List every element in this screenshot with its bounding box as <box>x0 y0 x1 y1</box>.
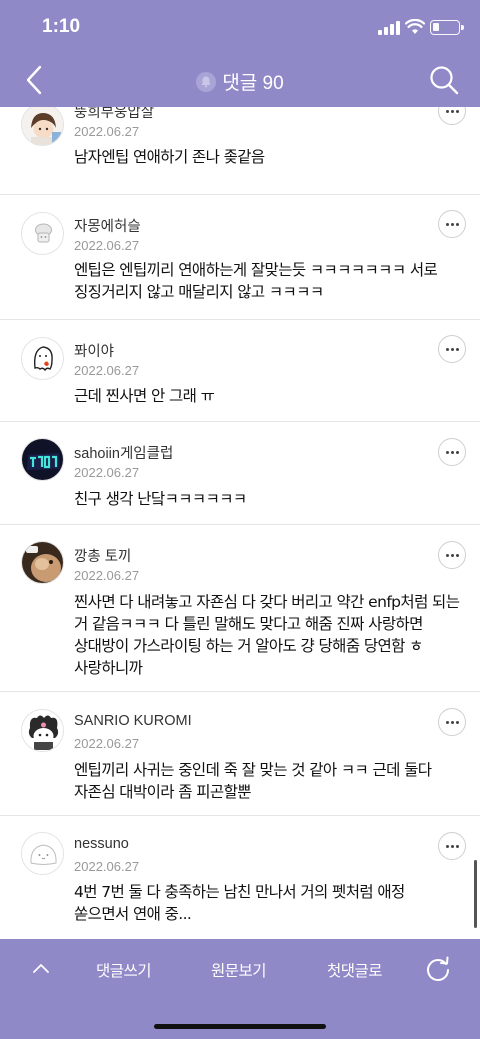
comment-item: SANRIO KUROMI 2022.06.27 엔팁끼리 사귀는 중인데 죽 … <box>0 692 480 816</box>
more-options-button[interactable] <box>438 541 466 569</box>
more-options-button[interactable] <box>438 438 466 466</box>
comment-date: 2022.06.27 <box>74 124 140 139</box>
more-options-button[interactable] <box>438 832 466 860</box>
comment-text: 근데 찐사면 안 그래 ㅠ <box>74 387 215 405</box>
game-club-avatar-icon[interactable] <box>21 438 64 481</box>
more-options-button[interactable] <box>438 708 466 736</box>
page-title-text: 댓글 90 <box>222 73 284 94</box>
bell-icon[interactable] <box>196 72 217 92</box>
write-comment-button[interactable]: 댓글쓰기 <box>96 959 152 981</box>
comment-item: 자몽에허슬 2022.06.27 엔팁은 엔팁끼리 연애하는게 잘맞는듯 ㅋㅋㅋ… <box>0 195 480 320</box>
comment-author[interactable]: nessuno <box>74 836 129 852</box>
comment-list[interactable]: 뚱희부웅압살 2022.06.27 남자엔팁 연애하기 존나 좆같음 자몽에허슬… <box>0 107 480 939</box>
comment-author[interactable]: SANRIO KUROMI <box>74 713 192 729</box>
mushroom-avatar-icon[interactable] <box>21 212 64 255</box>
comment-item: 퐈이야 2022.06.27 근데 찐사면 안 그래 ㅠ <box>0 320 480 422</box>
kuromi-avatar-icon[interactable] <box>21 709 64 752</box>
comment-item: 뚱희부웅압살 2022.06.27 남자엔팁 연애하기 존나 좆같음 <box>0 107 480 195</box>
nav-bar: 댓글 90 <box>0 56 480 107</box>
wifi-icon <box>405 19 425 34</box>
boy-avatar-icon[interactable] <box>21 107 64 146</box>
status-time: 1:10 <box>42 16 81 37</box>
comment-text: 엔팁끼리 사귀는 중인데 죽 잘 맞는 것 같아 ㅋㅋ 근데 둘다 자존심 대박… <box>74 761 432 801</box>
more-options-button[interactable] <box>438 210 466 238</box>
first-comment-button[interactable]: 첫댓글로 <box>327 959 383 981</box>
scroll-top-button[interactable] <box>32 961 50 975</box>
comment-author[interactable]: sahoiin게임클럽 <box>74 442 173 463</box>
status-bar: 1:10 <box>0 0 480 56</box>
comment-date: 2022.06.27 <box>74 363 140 378</box>
comment-item: sahoiin게임클럽 2022.06.27 친구 생각 난닼ㅋㅋㅋㅋㅋㅋ <box>0 422 480 525</box>
signal-icon <box>378 21 400 35</box>
app-header: 1:10 댓글 90 <box>0 0 480 107</box>
photo-avatar-icon[interactable] <box>21 541 64 584</box>
comment-date: 2022.06.27 <box>74 859 140 874</box>
home-indicator <box>154 1024 326 1029</box>
comment-author[interactable]: 뚱희부웅압살 <box>74 107 154 122</box>
search-button[interactable] <box>428 64 460 96</box>
more-options-button[interactable] <box>438 107 466 125</box>
ghost-avatar-icon[interactable] <box>21 337 64 380</box>
refresh-button[interactable] <box>424 955 452 983</box>
comment-date: 2022.06.27 <box>74 238 140 253</box>
comment-item: 깡총 토끼 2022.06.27 찐사면 다 내려놓고 자죤심 다 갖다 버리고… <box>0 525 480 692</box>
comment-date: 2022.06.27 <box>74 568 140 583</box>
comment-item: nessuno 2022.06.27 4번 7번 둘 다 충족하는 남친 만나서… <box>0 816 480 939</box>
comment-text: 남자엔팁 연애하기 존나 좆같음 <box>74 148 265 166</box>
page-title: 댓글 90 <box>0 68 480 95</box>
comment-date: 2022.06.27 <box>74 736 140 751</box>
bottom-toolbar: 댓글쓰기 원문보기 첫댓글로 <box>0 939 480 1039</box>
comment-date: 2022.06.27 <box>74 465 140 480</box>
view-original-button[interactable]: 원문보기 <box>211 959 267 981</box>
comment-text: 찐사면 다 내려놓고 자죤심 다 갖다 버리고 약간 enfp처럼 되는 거 같… <box>74 593 460 677</box>
battery-icon <box>430 20 464 35</box>
comment-text: 4번 7번 둘 다 충족하는 남친 만나서 거의 펫처럼 애정 쏟으면서 연애 … <box>74 883 405 923</box>
comment-author[interactable]: 퐈이야 <box>74 340 114 361</box>
comment-author[interactable]: 자몽에허슬 <box>74 215 141 236</box>
comment-text: 엔팁은 엔팁끼리 연애하는게 잘맞는듯 ㅋㅋㅋㅋㅋㅋㅋ 서로 징징거리지 않고 … <box>74 261 438 301</box>
comment-text: 친구 생각 난닼ㅋㅋㅋㅋㅋㅋ <box>74 490 247 508</box>
blob-avatar-icon[interactable] <box>21 832 64 875</box>
comment-author[interactable]: 깡총 토끼 <box>74 545 131 566</box>
more-options-button[interactable] <box>438 335 466 363</box>
scrollbar[interactable] <box>474 860 477 928</box>
